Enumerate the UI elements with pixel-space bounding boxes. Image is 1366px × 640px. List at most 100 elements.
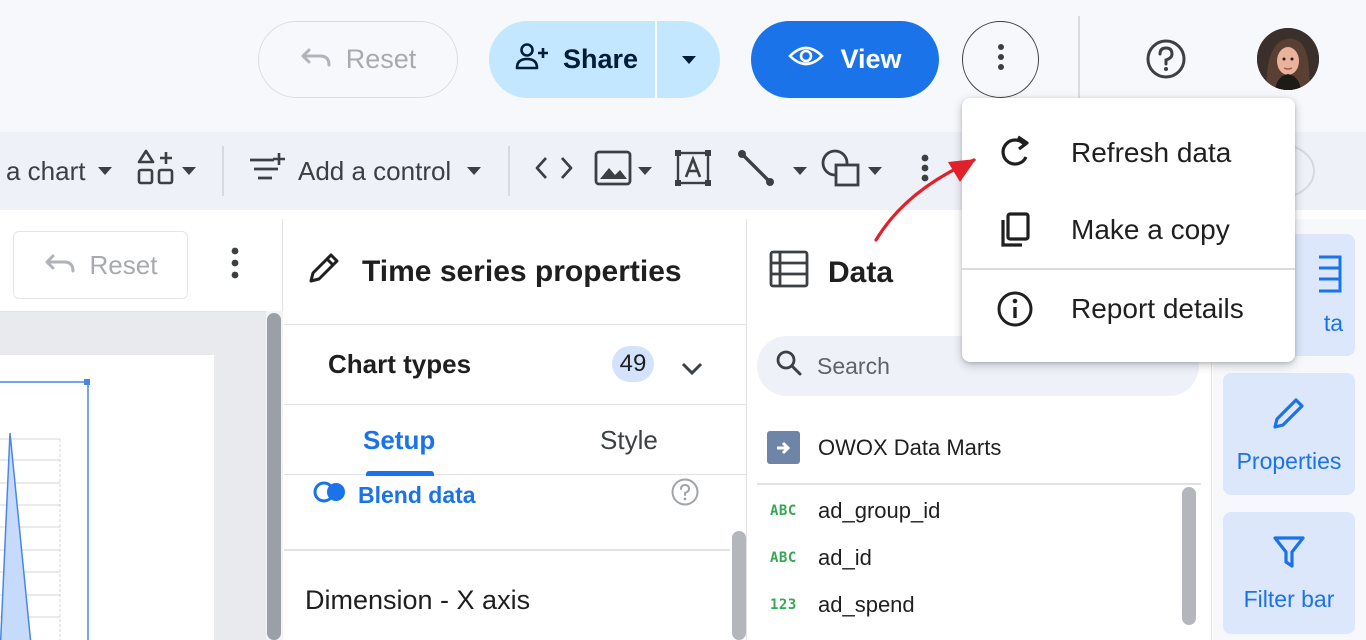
- rail-properties-button[interactable]: Properties: [1223, 373, 1355, 495]
- menu-item-report-details[interactable]: Report details: [962, 270, 1295, 347]
- blend-data-button[interactable]: Blend data: [312, 475, 476, 515]
- rail-data-label: ta: [1323, 309, 1343, 336]
- tab-setup[interactable]: Setup: [363, 405, 435, 475]
- caret-down-icon: [793, 167, 807, 175]
- dimension-section-title: Dimension - X axis: [305, 585, 531, 615]
- text-type-icon: ABC: [770, 503, 797, 519]
- add-chart-menu[interactable]: a chart: [6, 132, 112, 210]
- canvas-scrollbar[interactable]: [266, 311, 283, 640]
- copy-icon: [995, 210, 1035, 250]
- more-options-menu: Refresh data Make a copy Report details: [962, 98, 1295, 362]
- undo-icon: [44, 250, 76, 281]
- caret-down-icon: [182, 167, 196, 175]
- data-header: Data: [768, 249, 893, 297]
- search-icon: [775, 349, 803, 383]
- left-panel: Reset: [0, 219, 283, 640]
- share-main[interactable]: Share: [489, 21, 657, 98]
- share-label: Share: [563, 44, 639, 74]
- share-button[interactable]: Share: [489, 21, 720, 98]
- filter-icon: [1272, 534, 1306, 576]
- chart-types-selector[interactable]: Chart types 49: [284, 325, 747, 405]
- code-icon: [534, 155, 574, 188]
- properties-tabs: Setup Style: [284, 405, 747, 476]
- embed-code-button[interactable]: [534, 132, 574, 210]
- more-options-button[interactable]: [962, 21, 1039, 98]
- rail-properties-label: Properties: [1236, 447, 1342, 474]
- rail-filter-bar-label: Filter bar: [1243, 585, 1335, 612]
- menu-item-label: Refresh data: [1071, 136, 1232, 168]
- share-dropdown[interactable]: [657, 21, 720, 98]
- properties-scrollbar[interactable]: [730, 475, 747, 640]
- line-menu[interactable]: [737, 132, 807, 210]
- table-icon: [768, 249, 810, 297]
- data-title: Data: [828, 256, 894, 289]
- pencil-icon: [306, 250, 342, 294]
- text-type-icon: ABC: [770, 550, 797, 566]
- shapes-icon: [820, 148, 862, 195]
- caret-down-icon: [681, 55, 696, 64]
- view-label: View: [840, 44, 902, 74]
- properties-panel: Time series properties Chart types 49 Se…: [284, 219, 747, 640]
- person-add-icon: [515, 42, 549, 77]
- info-icon: [995, 289, 1035, 329]
- add-component-menu[interactable]: [136, 132, 196, 210]
- caret-down-icon: [97, 167, 112, 175]
- field-name: ad_id: [818, 545, 872, 570]
- field-name: ad_group_id: [818, 498, 941, 523]
- text-box-button[interactable]: [674, 132, 712, 210]
- more-vert-icon[interactable]: [222, 245, 248, 286]
- properties-title: Time series properties: [362, 254, 682, 288]
- reset-button[interactable]: Reset: [258, 21, 458, 98]
- report-canvas[interactable]: [0, 311, 266, 640]
- caret-down-icon: [638, 167, 652, 175]
- text-box-icon: [674, 149, 712, 194]
- list-item[interactable]: ABC ad_id: [770, 545, 872, 571]
- menu-item-refresh-data[interactable]: Refresh data: [962, 114, 1295, 191]
- chart-types-label: Chart types: [328, 349, 472, 379]
- toolbar-divider: [508, 146, 510, 196]
- table-icon: [1319, 254, 1343, 300]
- properties-header: Time series properties: [284, 219, 747, 325]
- field-name: ad_spend: [818, 592, 915, 617]
- reset-label: Reset: [89, 249, 158, 280]
- time-series-chart[interactable]: [0, 355, 214, 640]
- menu-item-make-a-copy[interactable]: Make a copy: [962, 191, 1295, 268]
- list-item[interactable]: 123 ad_spend: [770, 592, 915, 618]
- eye-icon: [788, 44, 825, 75]
- add-control-icon: [248, 152, 286, 191]
- components-icon: [136, 148, 176, 195]
- chevron-down-icon: [680, 353, 704, 384]
- chart-types-count-badge: 49: [612, 346, 654, 382]
- help-icon[interactable]: [1143, 36, 1189, 82]
- data-source-name: OWOX Data Marts: [818, 434, 1002, 460]
- section-divider: [757, 483, 1201, 485]
- more-vert-icon: [997, 43, 1005, 76]
- pencil-icon: [1270, 394, 1308, 438]
- rail-filter-bar-button[interactable]: Filter bar: [1223, 512, 1355, 634]
- menu-item-label: Make a copy: [1071, 213, 1230, 245]
- list-item[interactable]: ABC ad_group_id: [770, 498, 940, 524]
- add-control-menu[interactable]: Add a control: [248, 132, 482, 210]
- toolbar-divider: [222, 146, 224, 196]
- blend-icon: [312, 480, 348, 510]
- number-type-icon: 123: [770, 597, 797, 613]
- view-button[interactable]: View: [751, 21, 939, 98]
- reset-label: Reset: [345, 44, 417, 74]
- section-divider: [284, 549, 730, 551]
- blend-data-label: Blend data: [358, 481, 476, 508]
- add-chart-label: a chart: [6, 155, 86, 186]
- reset-button[interactable]: Reset: [13, 231, 188, 299]
- header-divider: [1078, 16, 1080, 102]
- data-scrollbar[interactable]: [1182, 487, 1196, 625]
- annotation-arrow-icon: [874, 158, 976, 242]
- avatar[interactable]: [1257, 28, 1319, 90]
- refresh-icon: [995, 133, 1035, 173]
- line-icon: [737, 149, 775, 194]
- undo-icon: [300, 44, 332, 75]
- search-placeholder: Search: [817, 352, 890, 379]
- tab-style[interactable]: Style: [600, 405, 658, 475]
- help-icon[interactable]: [670, 477, 700, 512]
- data-source-item[interactable]: OWOX Data Marts: [767, 431, 1001, 464]
- image-menu[interactable]: [594, 132, 652, 210]
- data-source-icon: [767, 431, 800, 464]
